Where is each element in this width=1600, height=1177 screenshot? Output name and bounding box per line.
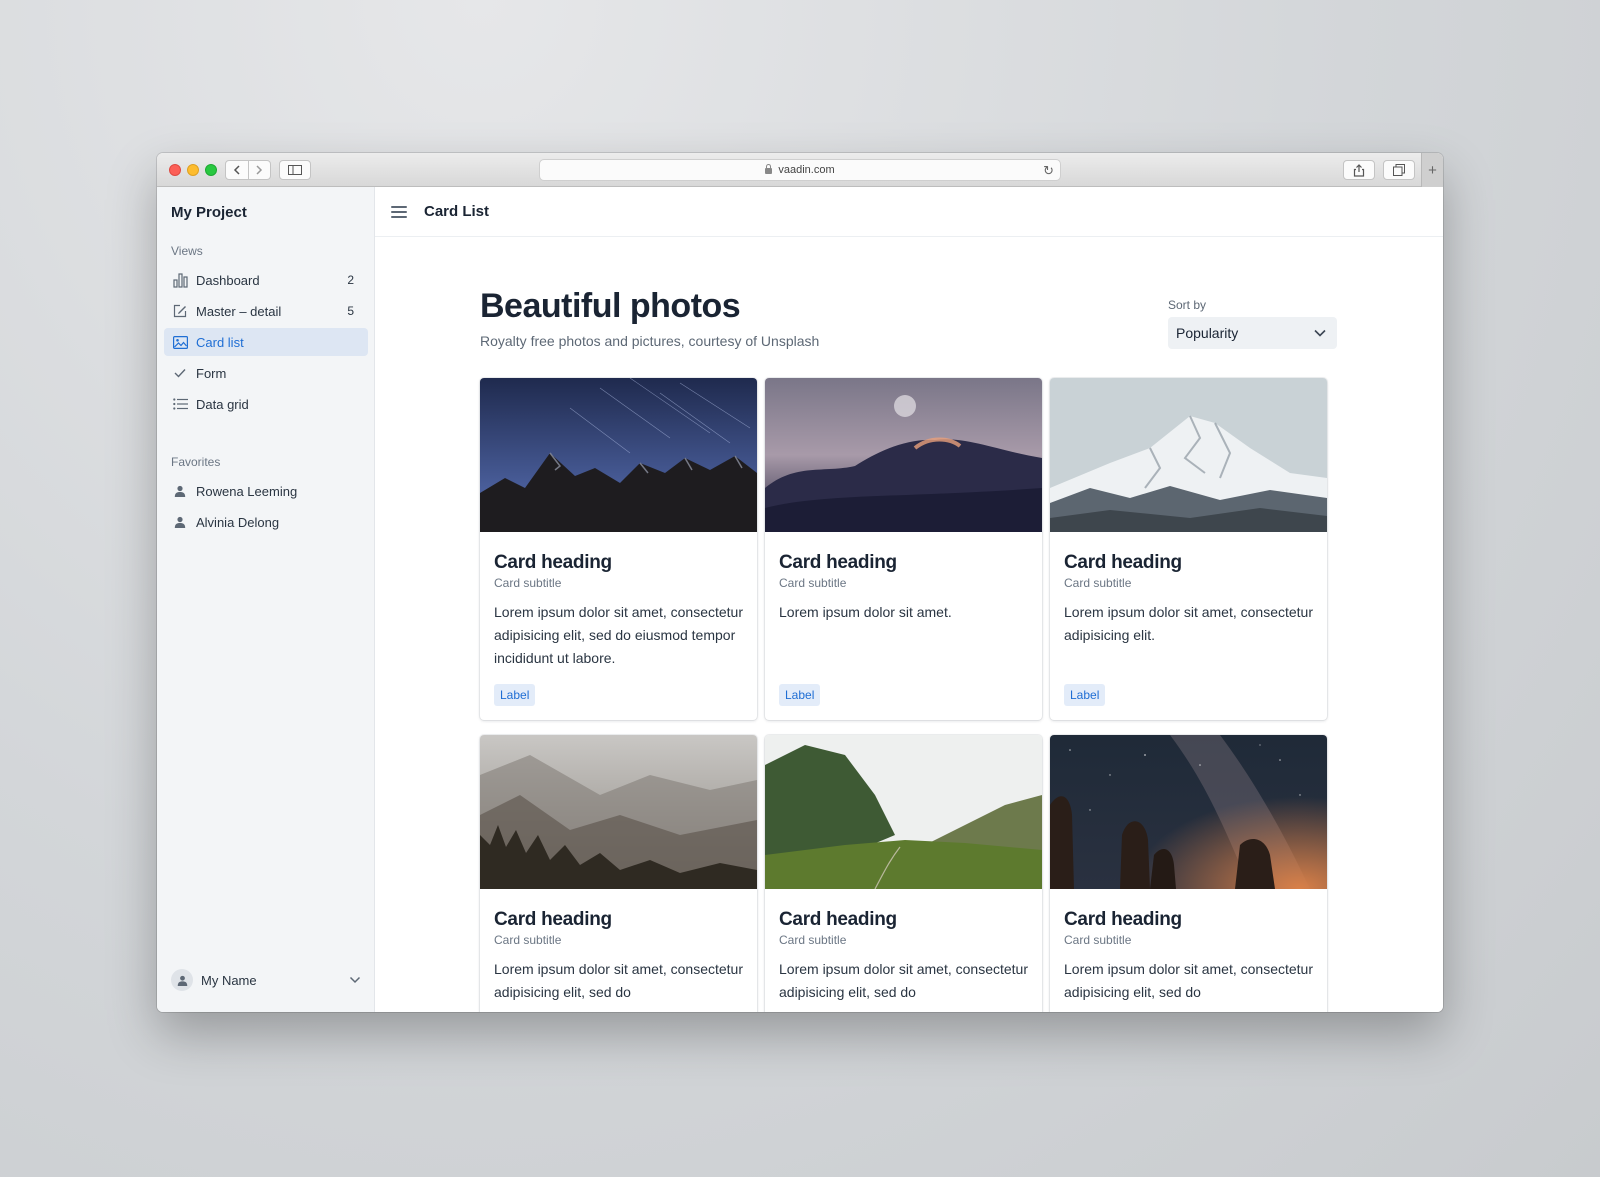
lock-icon	[765, 164, 773, 174]
sidebar-item-master-detail[interactable]: Master – detail 5	[164, 297, 368, 325]
sidebar-item-label: Rowena Leeming	[196, 483, 298, 499]
list-icon	[172, 396, 188, 412]
user-menu[interactable]: My Name	[171, 968, 361, 992]
card-subtitle: Card subtitle	[779, 576, 847, 590]
url-text: vaadin.com	[778, 164, 835, 176]
card-photo	[1050, 378, 1327, 532]
sidebar-item-card-list[interactable]: Card list	[164, 328, 368, 356]
sidebar-item-form[interactable]: Form	[164, 359, 368, 387]
app-content: My Project Views Dashboard 2 Master – de…	[157, 187, 1443, 1012]
user-icon	[177, 975, 187, 986]
sidebar-item-label: Data grid	[196, 396, 249, 412]
new-tab-button[interactable]: +	[1421, 153, 1443, 187]
card-photo	[480, 378, 757, 532]
sort-select[interactable]: Popularity	[1168, 317, 1337, 349]
chevron-down-icon	[1314, 329, 1326, 337]
edit-icon	[172, 303, 188, 319]
page-title: Beautiful photos	[480, 287, 741, 325]
card-text: Lorem ipsum dolor sit amet, consectetur …	[1064, 604, 1313, 643]
plus-icon: +	[1428, 161, 1437, 179]
sidebar-item-data-grid[interactable]: Data grid	[164, 390, 368, 418]
address-bar[interactable]: vaadin.com ↻	[539, 159, 1061, 181]
chevron-right-icon	[256, 165, 263, 175]
forward-button[interactable]	[247, 161, 271, 179]
chevron-left-icon	[233, 165, 240, 175]
card-heading: Card heading	[779, 909, 897, 930]
card-heading: Card heading	[494, 909, 612, 930]
photo-card[interactable]: Card heading Card subtitle Lorem ipsum d…	[480, 378, 757, 720]
photo-card[interactable]: Card heading Card subtitle Lorem ipsum d…	[765, 378, 1042, 720]
tabs-icon	[1393, 164, 1405, 176]
share-button[interactable]	[1343, 160, 1375, 180]
card-text: Lorem ipsum dolor sit amet.	[779, 604, 952, 620]
avatar	[171, 969, 193, 991]
card-subtitle: Card subtitle	[1064, 933, 1132, 947]
history-nav	[225, 160, 271, 180]
card-subtitle: Card subtitle	[779, 933, 847, 947]
card-text: Lorem ipsum dolor sit amet, consectetur …	[779, 961, 1028, 1000]
sidebar-item-dashboard[interactable]: Dashboard 2	[164, 266, 368, 294]
bar-chart-icon	[172, 272, 188, 288]
sort-selected-value: Popularity	[1176, 325, 1239, 341]
card-subtitle: Card subtitle	[494, 576, 562, 590]
chevron-down-icon	[349, 976, 361, 984]
photo-card[interactable]: Card heading Card subtitle Lorem ipsum d…	[480, 735, 757, 1012]
sidebar-item-count: 2	[347, 273, 354, 287]
card-subtitle: Card subtitle	[1064, 576, 1132, 590]
card-photo	[1050, 735, 1327, 889]
card-photo	[765, 735, 1042, 889]
card-label-badge: Label	[779, 684, 821, 706]
card-text: Lorem ipsum dolor sit amet, consectetur …	[494, 961, 743, 1000]
card-label-badge: Label	[494, 684, 536, 706]
card-text: Lorem ipsum dolor sit amet, consectetur …	[494, 604, 743, 666]
user-icon	[172, 514, 188, 530]
sidebar-item-rowena-leeming[interactable]: Rowena Leeming	[164, 477, 368, 505]
sidebar-item-label: Card list	[196, 334, 244, 350]
views-section-label: Views	[171, 244, 203, 258]
sidebar-item-alvinia-delong[interactable]: Alvinia Delong	[164, 508, 368, 536]
card-label-badge: Label	[1064, 684, 1106, 706]
sidebar: My Project Views Dashboard 2 Master – de…	[157, 187, 375, 1012]
tabs-overview-button[interactable]	[1383, 160, 1415, 180]
image-icon	[172, 334, 188, 350]
photo-card[interactable]: Card heading Card subtitle Lorem ipsum d…	[765, 735, 1042, 1012]
share-icon	[1353, 163, 1365, 177]
card-heading: Card heading	[494, 552, 612, 573]
card-photo	[480, 735, 757, 889]
photo-card[interactable]: Card heading Card subtitle Lorem ipsum d…	[1050, 378, 1327, 720]
card-text: Lorem ipsum dolor sit amet, consectetur …	[1064, 961, 1313, 1000]
card-photo	[765, 378, 1042, 532]
sidebar-item-label: Alvinia Delong	[196, 514, 280, 530]
project-title: My Project	[171, 204, 247, 221]
top-navbar: Card List	[375, 187, 1443, 237]
menu-icon[interactable]	[391, 205, 407, 218]
card-heading: Card heading	[779, 552, 897, 573]
back-button[interactable]	[226, 161, 248, 179]
maximize-window-button[interactable]	[205, 164, 217, 176]
card-heading: Card heading	[1064, 552, 1182, 573]
photo-card[interactable]: Card heading Card subtitle Lorem ipsum d…	[1050, 735, 1327, 1012]
user-name: My Name	[201, 972, 257, 988]
sidebar-item-label: Dashboard	[196, 272, 260, 288]
sidebar-item-count: 5	[347, 304, 354, 318]
browser-titlebar: vaadin.com ↻ +	[157, 153, 1443, 187]
view-title: Card List	[424, 203, 490, 220]
check-icon	[172, 365, 188, 381]
favorites-section-label: Favorites	[171, 455, 221, 469]
browser-window: vaadin.com ↻ + My Project Views Dashboar…	[157, 153, 1443, 1012]
card-heading: Card heading	[1064, 909, 1182, 930]
sidebar-item-label: Master – detail	[196, 303, 282, 319]
card-subtitle: Card subtitle	[494, 933, 562, 947]
reload-icon[interactable]: ↻	[1043, 163, 1054, 179]
page-subtitle: Royalty free photos and pictures, courte…	[480, 333, 820, 349]
sort-label: Sort by	[1168, 298, 1207, 312]
sidebar-item-label: Form	[196, 365, 227, 381]
sidebar-icon	[288, 165, 302, 175]
minimize-window-button[interactable]	[187, 164, 199, 176]
user-icon	[172, 483, 188, 499]
main-area: Card List Beautiful photos Royalty free …	[375, 187, 1443, 1012]
sidebar-toggle-button[interactable]	[279, 160, 311, 180]
close-window-button[interactable]	[169, 164, 181, 176]
